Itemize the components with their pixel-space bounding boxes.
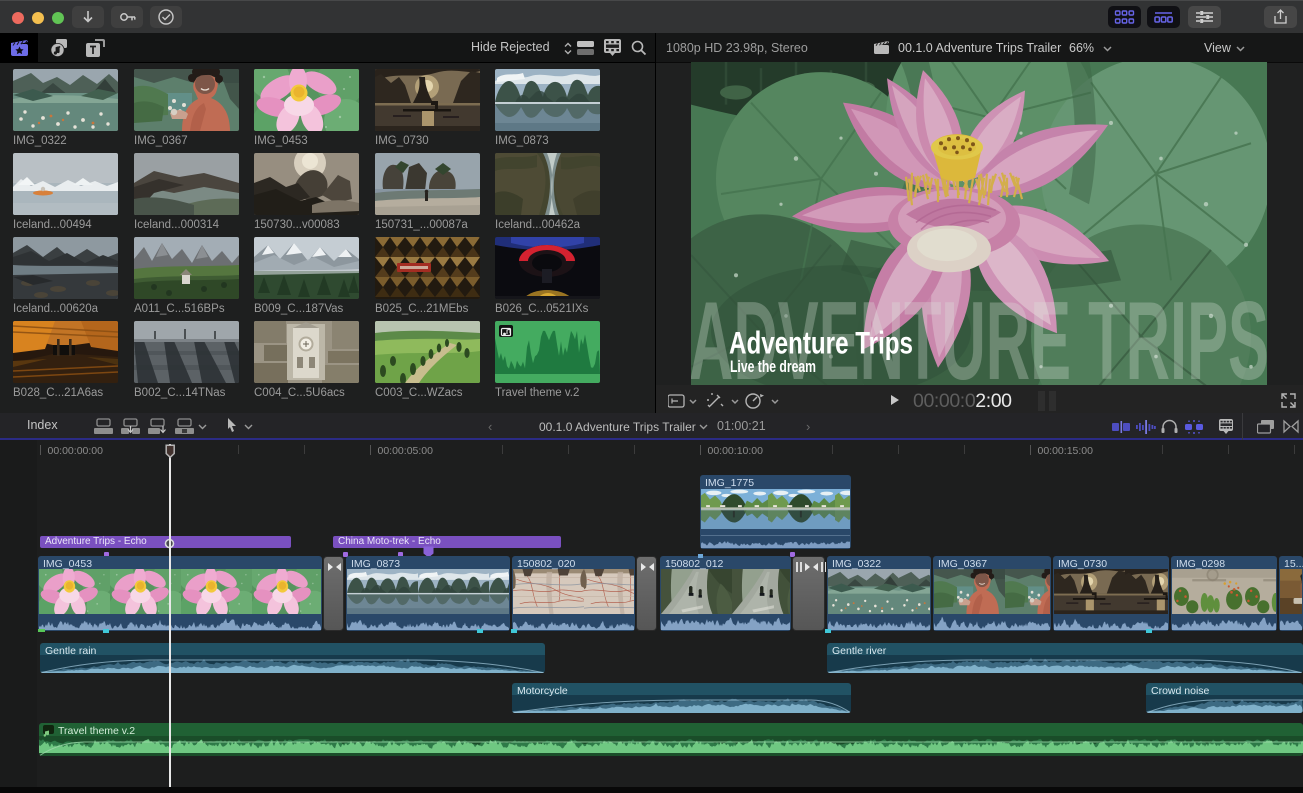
svg-text:Live the dream: Live the dream — [730, 358, 816, 376]
svg-text:Adventure Trips: Adventure Trips — [729, 325, 913, 360]
